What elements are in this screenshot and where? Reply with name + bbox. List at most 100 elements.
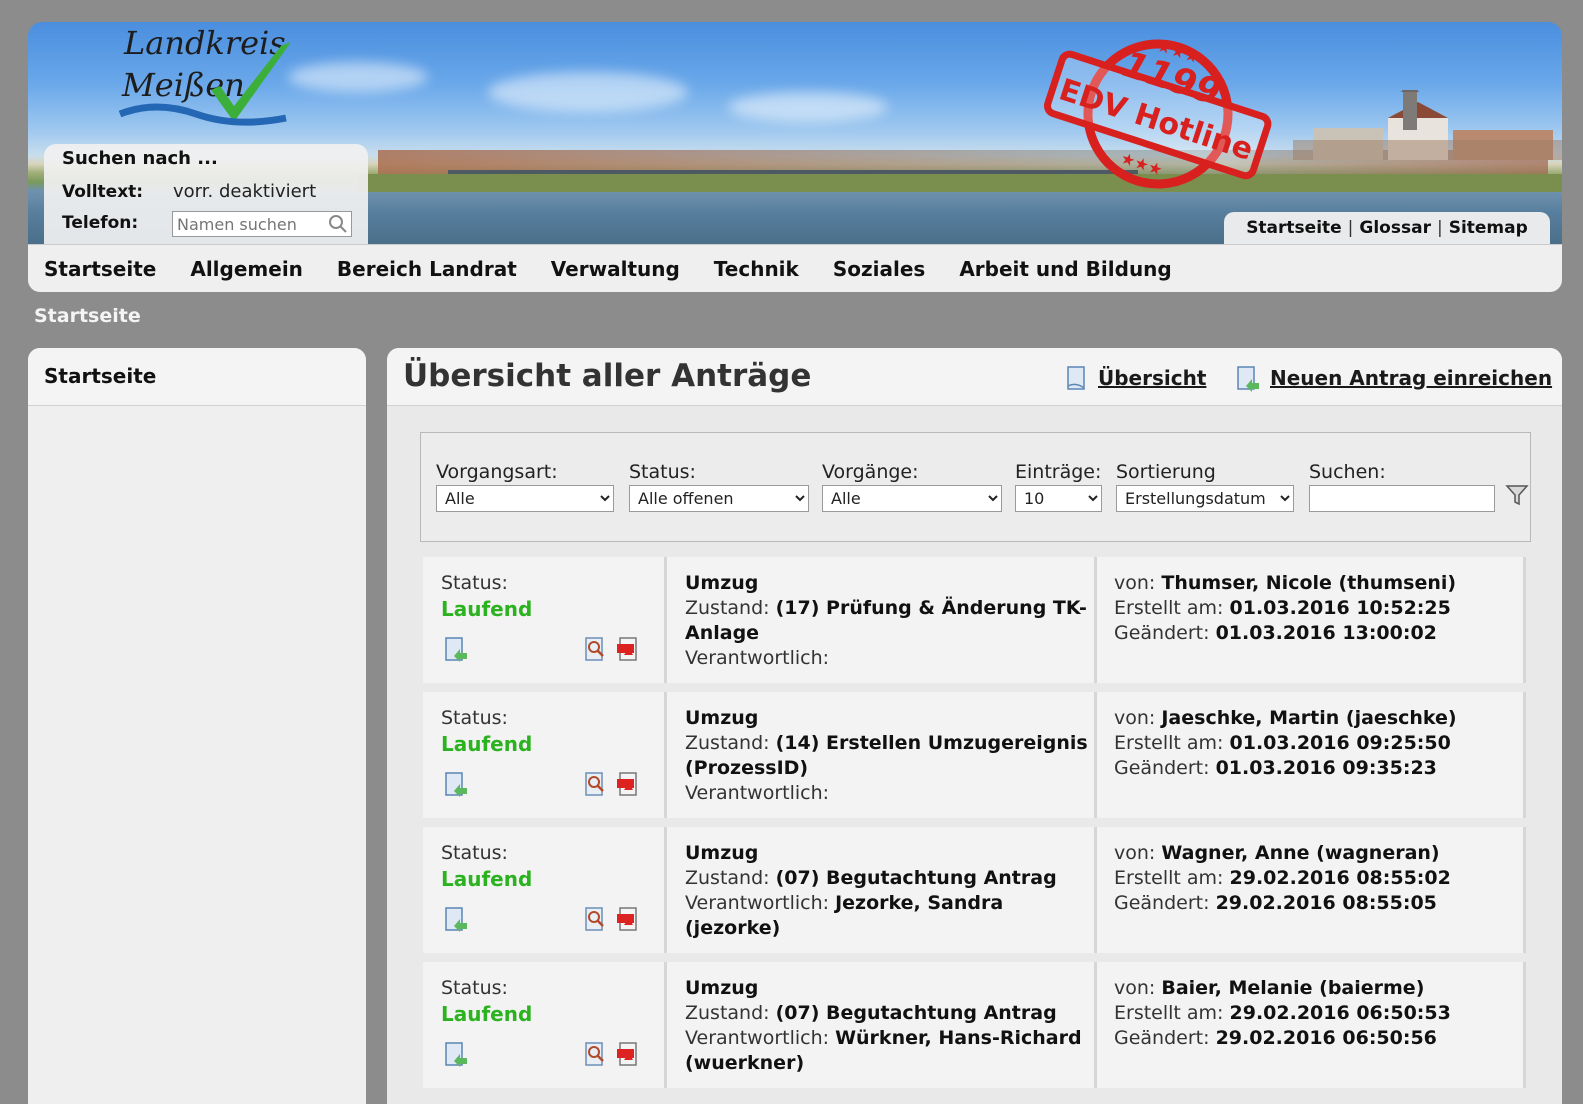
vorgaenge-select[interactable]: Alle xyxy=(822,485,1002,512)
verantwortlich-label: Verantwortlich: xyxy=(685,1027,830,1049)
zustand-value: (07) Begutachtung Antrag xyxy=(775,867,1057,889)
nav-allgemein[interactable]: Allgemein xyxy=(190,257,303,281)
suchen-input[interactable] xyxy=(1309,485,1495,512)
filter-vorgaenge-label: Vorgänge: xyxy=(822,461,919,483)
nav-verwaltung[interactable]: Verwaltung xyxy=(551,257,680,281)
geaendert-label: Geändert: xyxy=(1114,892,1210,914)
geaendert-value: 29.02.2016 06:50:56 xyxy=(1215,1027,1437,1049)
sidebar: Startseite xyxy=(28,348,366,1104)
quicklink-sitemap[interactable]: Sitemap xyxy=(1449,218,1528,238)
request-row[interactable]: Status: Laufend Umzug Zustand: (07) Begutac… xyxy=(423,827,1526,953)
content-header: Übersicht aller Anträge Übersicht Neuen … xyxy=(387,348,1562,406)
request-meta-cell: von: Thumser, Nicole (thumseni) Erstellt … xyxy=(1097,557,1523,683)
filter-icon[interactable] xyxy=(1505,483,1529,507)
geaendert-label: Geändert: xyxy=(1114,1027,1210,1049)
status-label: Status: xyxy=(441,842,508,864)
pdf-export-icon[interactable] xyxy=(615,770,643,802)
nav-startseite[interactable]: Startseite xyxy=(44,257,156,281)
request-meta-cell: von: Jaeschke, Martin (jaeschke) Erstellt… xyxy=(1097,692,1523,818)
erstellt-value: 01.03.2016 10:52:25 xyxy=(1229,597,1451,619)
telefon-search-input[interactable] xyxy=(173,212,323,236)
quicklink-glossar[interactable]: Glossar xyxy=(1359,218,1431,238)
logo-checkmark-icon xyxy=(118,42,291,126)
edit-request-icon[interactable] xyxy=(441,770,471,802)
search-icon[interactable] xyxy=(328,214,348,234)
filter-vorgangsart-label: Vorgangsart: xyxy=(436,461,558,483)
von-value: Jaeschke, Martin (jaeschke) xyxy=(1161,707,1457,729)
erstellt-label: Erstellt am: xyxy=(1114,597,1224,619)
geaendert-value: 01.03.2016 13:00:02 xyxy=(1215,622,1437,644)
verantwortlich-label: Verantwortlich: xyxy=(685,782,830,804)
filter-suchen: Suchen: xyxy=(1309,461,1495,512)
nav-soziales[interactable]: Soziales xyxy=(833,257,925,281)
pdf-export-icon[interactable] xyxy=(615,905,643,937)
request-meta-cell: von: Wagner, Anne (wagneran) Erstellt am:… xyxy=(1097,827,1523,953)
request-meta-cell: von: Baier, Melanie (baierme) Erstellt am… xyxy=(1097,962,1523,1088)
status-label: Status: xyxy=(441,572,508,594)
new-request-link-label: Neuen Antrag einreichen xyxy=(1270,366,1553,390)
edit-request-icon[interactable] xyxy=(441,635,471,667)
request-type: Umzug xyxy=(685,572,759,594)
view-details-icon[interactable] xyxy=(581,905,609,937)
filter-vorgangsart: Vorgangsart: Alle xyxy=(436,461,614,512)
request-info-cell: Umzug Zustand: (14) Erstellen Umzugereign… xyxy=(667,692,1094,818)
von-label: von: xyxy=(1114,977,1156,999)
volltext-value: vorr. deaktiviert xyxy=(173,181,317,202)
request-type: Umzug xyxy=(685,707,759,729)
telefon-label: Telefon: xyxy=(62,213,139,233)
status-label: Status: xyxy=(441,977,508,999)
request-row[interactable]: Status: Laufend Umzug Zustand: (17) Prüfung… xyxy=(423,557,1526,683)
nav-arbeit-und-bildung[interactable]: Arbeit und Bildung xyxy=(959,257,1171,281)
sidebar-item-startseite[interactable]: Startseite xyxy=(28,348,366,406)
erstellt-label: Erstellt am: xyxy=(1114,867,1224,889)
von-value: Baier, Melanie (baierme) xyxy=(1161,977,1425,999)
request-type: Umzug xyxy=(685,842,759,864)
request-row[interactable]: Status: Laufend Umzug Zustand: (14) Erstell… xyxy=(423,692,1526,818)
request-type: Umzug xyxy=(685,977,759,999)
new-document-icon xyxy=(1237,366,1259,392)
filter-suchen-label: Suchen: xyxy=(1309,461,1386,483)
filter-vorgaenge: Vorgänge: Alle xyxy=(822,461,1002,512)
request-status-cell: Status: Laufend xyxy=(423,692,664,818)
new-request-link[interactable]: Neuen Antrag einreichen xyxy=(1232,364,1552,392)
edit-request-icon[interactable] xyxy=(441,905,471,937)
sortierung-select[interactable]: Erstellungsdatum xyxy=(1116,485,1294,512)
overview-link[interactable]: Übersicht xyxy=(1062,364,1206,392)
erstellt-label: Erstellt am: xyxy=(1114,1002,1224,1024)
filter-eintraege: Einträge: 10 xyxy=(1015,461,1102,512)
request-info-cell: Umzug Zustand: (17) Prüfung & Änderung TK… xyxy=(667,557,1094,683)
view-details-icon[interactable] xyxy=(581,1040,609,1072)
zustand-label: Zustand: xyxy=(685,597,770,619)
filter-status: Status: Alle offenen xyxy=(629,461,809,512)
view-details-icon[interactable] xyxy=(581,770,609,802)
nav-technik[interactable]: Technik xyxy=(714,257,799,281)
main-navigation: Startseite Allgemein Bereich Landrat Ver… xyxy=(28,244,1562,292)
vorgangsart-select[interactable]: Alle xyxy=(436,485,614,512)
telefon-search-field[interactable] xyxy=(172,211,352,237)
eintraege-select[interactable]: 10 xyxy=(1015,485,1102,512)
pdf-export-icon[interactable] xyxy=(615,635,643,667)
zustand-label: Zustand: xyxy=(685,1002,770,1024)
view-details-icon[interactable] xyxy=(581,635,609,667)
edit-request-icon[interactable] xyxy=(441,1040,471,1072)
verantwortlich-label: Verantwortlich: xyxy=(685,892,830,914)
von-label: von: xyxy=(1114,707,1156,729)
request-row[interactable]: Status: Laufend Umzug Zustand: (07) Begutac… xyxy=(423,962,1526,1088)
geaendert-value: 29.02.2016 08:55:05 xyxy=(1215,892,1437,914)
nav-bereich-landrat[interactable]: Bereich Landrat xyxy=(337,257,517,281)
zustand-label: Zustand: xyxy=(685,867,770,889)
erstellt-value: 29.02.2016 08:55:02 xyxy=(1229,867,1451,889)
landkreis-logo[interactable]: Landkreis Meißen xyxy=(116,22,306,134)
page-title: Übersicht aller Anträge xyxy=(403,358,812,394)
von-value: Wagner, Anne (wagneran) xyxy=(1161,842,1440,864)
volltext-label: Volltext: xyxy=(62,182,144,202)
filter-sortierung-label: Sortierung xyxy=(1116,461,1216,483)
zustand-label: Zustand: xyxy=(685,732,770,754)
status-select[interactable]: Alle offenen xyxy=(629,485,809,512)
document-icon xyxy=(1067,366,1085,390)
quicklink-startseite[interactable]: Startseite xyxy=(1246,218,1341,238)
status-value: Laufend xyxy=(441,867,533,891)
pdf-export-icon[interactable] xyxy=(615,1040,643,1072)
breadcrumb[interactable]: Startseite xyxy=(34,305,141,327)
von-value: Thumser, Nicole (thumseni) xyxy=(1161,572,1457,594)
